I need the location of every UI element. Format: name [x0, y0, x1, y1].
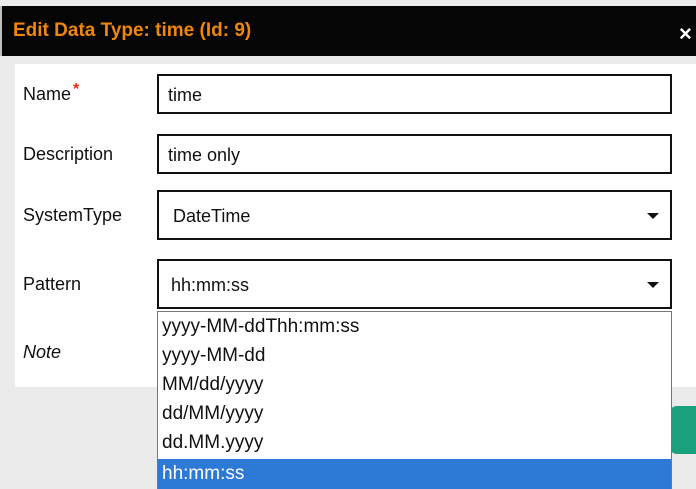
system-type-value: DateTime: [173, 206, 251, 226]
description-field[interactable]: time only: [157, 134, 672, 174]
name-field[interactable]: time: [157, 74, 672, 114]
dropdown-option[interactable]: dd/MM/yyyy: [158, 399, 671, 429]
dropdown-option-selected[interactable]: hh:mm:ss: [158, 459, 671, 489]
note-label: Note: [23, 342, 62, 362]
dropdown-option[interactable]: yyyy-MM-dd: [158, 341, 671, 371]
dropdown-option[interactable]: yyyy-MM-ddThh:mm:ss: [158, 312, 671, 342]
name-label-text: Name: [23, 84, 72, 104]
action-button[interactable]: [669, 406, 696, 454]
pattern-label: Pattern: [23, 274, 82, 294]
chevron-down-icon: [647, 282, 659, 288]
description-label: Description: [23, 144, 114, 164]
system-type-label: SystemType: [23, 205, 123, 225]
name-label: Name *: [23, 81, 80, 105]
description-field-value: time only: [168, 145, 241, 165]
close-icon[interactable]: ×: [679, 23, 692, 45]
pattern-select[interactable]: hh:mm:ss: [157, 259, 672, 309]
pattern-value: hh:mm:ss: [171, 275, 250, 295]
dialog-titlebar: Edit Data Type: time (Id: 9) ×: [0, 6, 696, 56]
pattern-dropdown-list: yyyy-MM-ddThh:mm:ss yyyy-MM-dd MM/dd/yyy…: [157, 311, 672, 489]
dialog-title: Edit Data Type: time (Id: 9): [13, 20, 252, 41]
dropdown-option[interactable]: dd.MM.yyyy: [158, 428, 671, 458]
name-field-value: time: [168, 85, 203, 105]
required-marker: *: [73, 81, 80, 98]
chevron-down-icon: [647, 213, 659, 219]
system-type-select[interactable]: DateTime: [157, 190, 672, 240]
dropdown-option[interactable]: MM/dd/yyyy: [158, 370, 671, 400]
